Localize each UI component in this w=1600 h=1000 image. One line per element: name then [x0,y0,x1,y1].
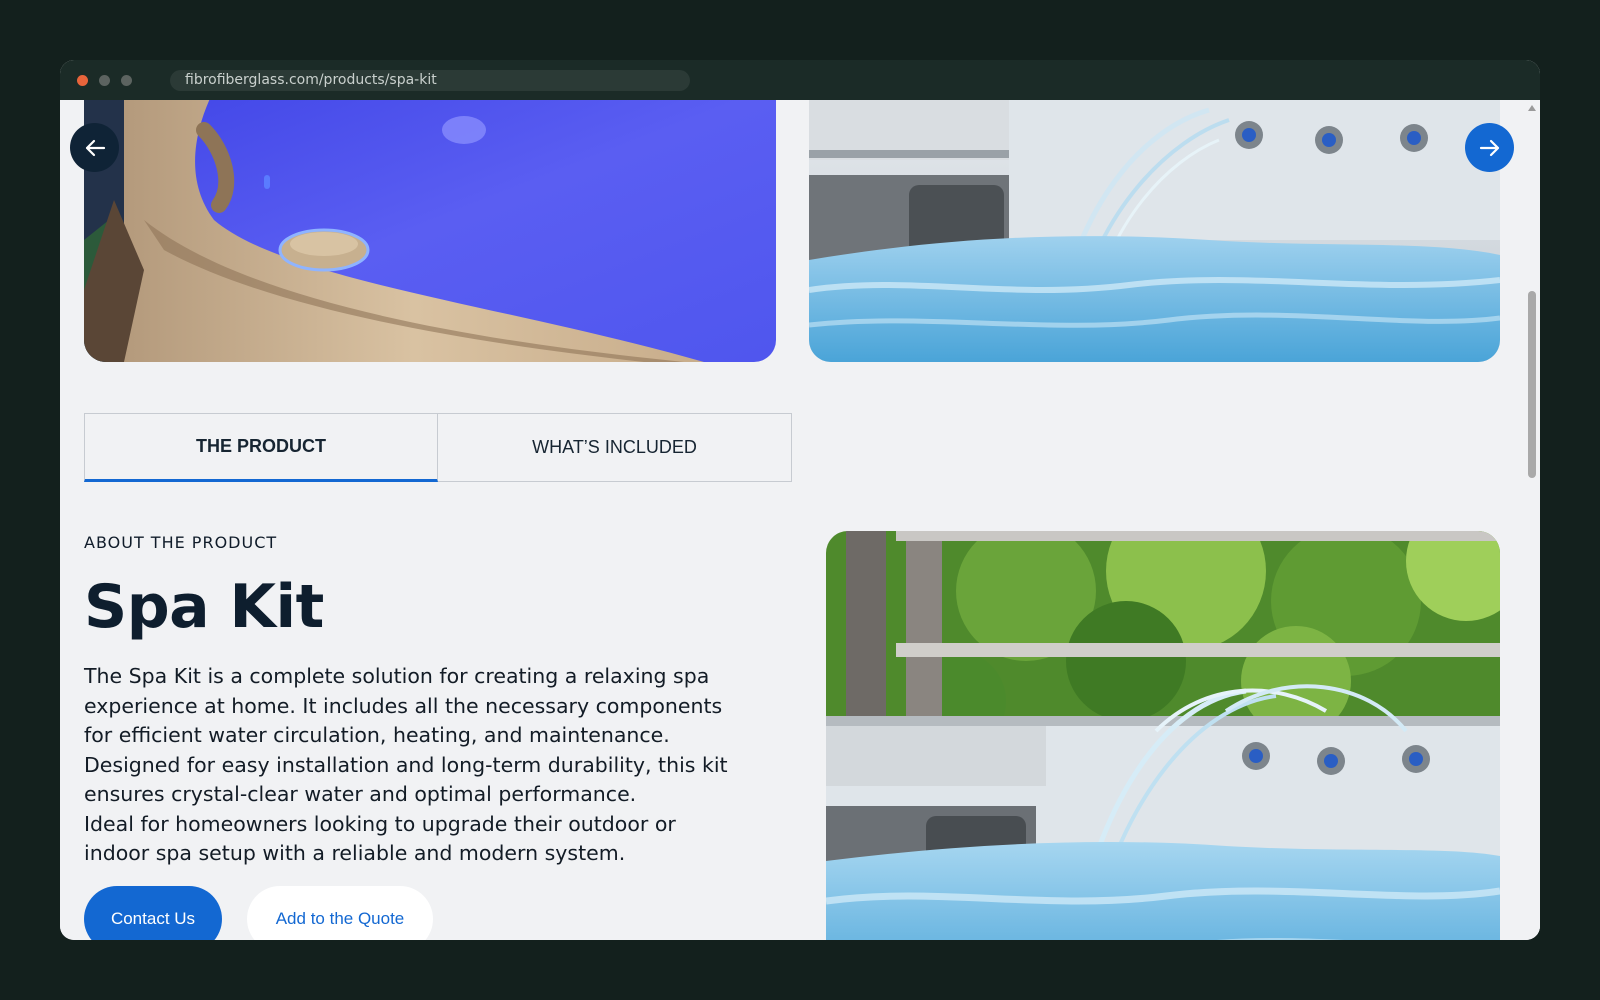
description-line: Designed for easy installation and long-… [84,752,728,777]
tab-the-product[interactable]: THE PRODUCT [84,413,438,482]
minimize-window-button[interactable] [99,75,110,86]
gallery-next-button[interactable] [1465,123,1514,172]
gallery-prev-button[interactable] [70,123,119,172]
description-line: ensures crystal-clear water and optimal … [84,782,637,806]
add-to-quote-button[interactable]: Add to the Quote [247,886,433,940]
product-description: The Spa Kit is a complete solution for c… [84,662,754,869]
page-title: Spa Kit [84,572,324,642]
page-viewport: THE PRODUCT WHAT’S INCLUDED ABOUT THE PR… [60,100,1540,940]
product-image [826,531,1500,940]
arrow-right-icon [1479,139,1499,156]
scrollbar-thumb[interactable] [1528,291,1536,478]
tab-whats-included[interactable]: WHAT’S INCLUDED [438,413,792,482]
description-line: experience at home. It includes all the … [84,693,723,718]
browser-chrome: fibrofiberglass.com/products/spa-kit [60,60,1540,100]
gallery-image-spa-corner [84,100,776,362]
section-eyebrow: ABOUT THE PRODUCT [84,533,278,552]
contact-us-button[interactable]: Contact Us [84,886,222,940]
page-scrollbar[interactable] [1524,100,1540,940]
description-line: indoor spa setup with a reliable and mod… [84,841,626,865]
scroll-up-icon[interactable] [1528,105,1536,111]
browser-window: fibrofiberglass.com/products/spa-kit THE… [60,60,1540,940]
description-line: Ideal for homeowners looking to upgrade … [84,811,676,836]
description-line: The Spa Kit is a complete solution for c… [84,664,710,688]
arrow-left-icon [85,139,105,156]
close-window-button[interactable] [77,75,88,86]
maximize-window-button[interactable] [121,75,132,86]
address-bar[interactable]: fibrofiberglass.com/products/spa-kit [170,70,690,91]
product-tabs: THE PRODUCT WHAT’S INCLUDED [84,413,792,482]
gallery-image-spa-jets [809,100,1500,362]
description-line: for efficient water circulation, heating… [84,723,670,747]
